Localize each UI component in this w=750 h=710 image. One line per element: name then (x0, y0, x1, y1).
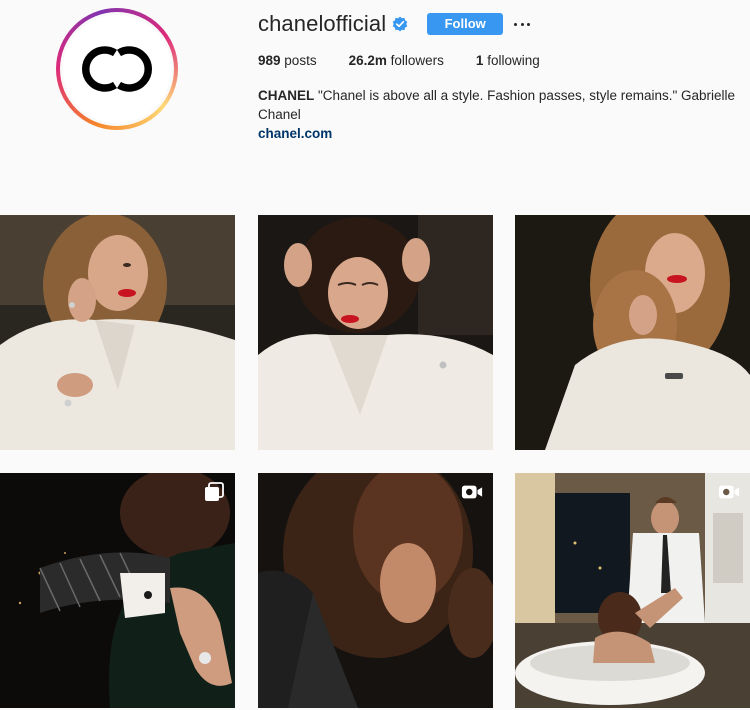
post-image (515, 473, 750, 708)
video-camera-icon (718, 483, 740, 501)
post-thumbnail[interactable] (515, 473, 750, 708)
post-image (258, 215, 493, 450)
profile-username: chanelofficial (258, 11, 387, 36)
profile-stats: 989 posts 26.2m followers 1 following (258, 53, 572, 68)
post-image (0, 215, 235, 450)
post-thumbnail[interactable] (258, 215, 493, 450)
post-image (0, 473, 235, 708)
chanel-logo-icon (82, 46, 152, 92)
verified-badge-icon (392, 16, 408, 32)
post-thumbnail[interactable] (258, 473, 493, 708)
following-count[interactable]: 1 following (476, 53, 540, 68)
carousel-icon (203, 482, 225, 501)
followers-count[interactable]: 26.2m followers (349, 53, 444, 68)
profile-bio: CHANEL "Chanel is above all a style. Fas… (258, 86, 740, 143)
follow-button[interactable]: Follow (427, 13, 504, 35)
avatar[interactable] (63, 15, 171, 123)
post-thumbnail[interactable] (0, 473, 235, 708)
post-thumbnail[interactable] (0, 215, 235, 450)
bio-text: "Chanel is above all a style. Fashion pa… (258, 88, 736, 122)
website-link[interactable]: chanel.com (258, 124, 740, 143)
post-image (515, 215, 750, 450)
more-options-icon[interactable] (514, 16, 531, 32)
story-ring[interactable] (56, 8, 178, 130)
profile-full-name: CHANEL (258, 88, 315, 103)
post-thumbnail[interactable] (515, 215, 750, 450)
post-image (258, 473, 493, 708)
video-camera-icon (461, 483, 483, 501)
posts-count: 989 posts (258, 53, 317, 68)
